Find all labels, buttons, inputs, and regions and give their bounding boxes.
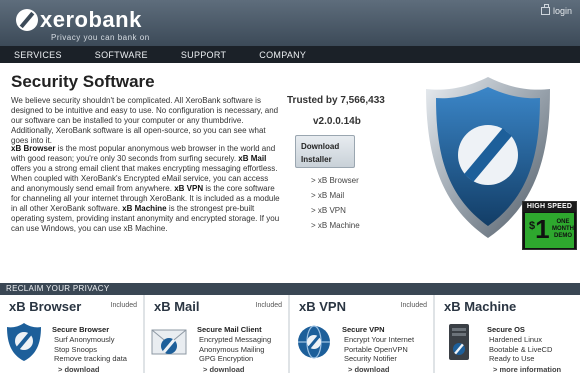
login-label: login: [552, 6, 572, 16]
browser-name: xB Browser: [11, 144, 56, 153]
included-badge: Included: [110, 302, 137, 309]
nav-item-software[interactable]: SOFTWARE: [95, 50, 148, 60]
card-title: xB Machine: [444, 299, 517, 314]
nav-item-support[interactable]: SUPPORT: [181, 50, 226, 60]
main-content: Security Software We believe security sh…: [0, 63, 580, 283]
card-feature: Ready to Use: [489, 354, 535, 363]
logo-text: xerobank: [40, 7, 142, 32]
card-download-link[interactable]: > download: [58, 365, 99, 373]
promo-currency: $: [529, 220, 536, 232]
version-label: v2.0.0.14b: [313, 116, 361, 127]
promo-badge[interactable]: HIGH SPEED $1 ONE MONTH DEMO: [522, 201, 577, 250]
included-badge: Included: [255, 302, 282, 309]
card-features: Encrypt Your Internet Portable OpenVPN S…: [344, 335, 414, 364]
card-feature: Bootable & LiveCD: [489, 344, 553, 354]
card-feature: GPG Encryption: [199, 354, 254, 363]
card-more-info-link[interactable]: > more information: [493, 365, 561, 373]
promo-top-label: HIGH SPEED: [523, 202, 576, 212]
mail-envelope-icon: [151, 329, 187, 355]
trusted-count: Trusted by 7,566,433: [287, 95, 385, 106]
card-features: Hardened Linux Bootable & LiveCD Ready t…: [489, 335, 552, 364]
card-feature: Encrypted Messaging: [199, 335, 272, 344]
card-download-link[interactable]: > download: [348, 365, 389, 373]
card-feature: Remove tracking data: [54, 354, 127, 363]
lock-icon: [540, 4, 550, 15]
product-link-mail[interactable]: > xB Mail: [311, 188, 360, 203]
download-installer-line1: Download: [301, 142, 340, 151]
download-installer-line2: Installer: [301, 155, 332, 164]
product-link-machine[interactable]: > xB Machine: [311, 218, 360, 233]
product-card-mail[interactable]: xB Mail Included Secure Mail Client Encr…: [145, 295, 290, 373]
card-subtitle: Secure VPN: [342, 325, 385, 334]
promo-body: $1 ONE MONTH DEMO: [525, 213, 574, 248]
card-title: xB Browser: [9, 299, 82, 314]
card-feature: Surf Anonymously: [54, 335, 115, 344]
product-card-machine[interactable]: xB Machine Secure OS Hardened Linux Boot…: [435, 295, 580, 373]
card-download-link[interactable]: > download: [203, 365, 244, 373]
browser-shield-icon: [7, 323, 41, 361]
site-header: xerobank Privacy you can bank on login: [0, 0, 580, 46]
card-features: Encrypted Messaging Anonymous Mailing GP…: [199, 335, 271, 364]
card-subtitle: Secure Mail Client: [197, 325, 262, 334]
products-paragraph: xB Browser is the most popular anonymous…: [11, 144, 283, 234]
card-title: xB VPN: [299, 299, 346, 314]
product-links: > xB Browser > xB Mail > xB VPN > xB Mac…: [311, 173, 360, 233]
promo-price: $1: [529, 214, 550, 250]
machine-name: xB Machine: [122, 204, 167, 213]
promo-amount: 1: [535, 214, 550, 244]
product-card-browser[interactable]: xB Browser Included Secure Browser Surf …: [0, 295, 145, 373]
logo[interactable]: xerobank: [16, 9, 142, 31]
download-installer-button[interactable]: Download Installer: [295, 135, 355, 168]
card-feature: Hardened Linux: [489, 335, 542, 344]
vpn-name: xB VPN: [174, 184, 204, 193]
product-card-vpn[interactable]: xB VPN Included Secure VPN Encrypt Your …: [290, 295, 435, 373]
product-link-browser[interactable]: > xB Browser: [311, 173, 360, 188]
promo-side-line2: MONTH: [552, 226, 574, 232]
tagline: Privacy you can bank on: [51, 33, 150, 42]
logo-mark-icon: [16, 9, 38, 31]
nav-item-services[interactable]: SERVICES: [14, 50, 62, 60]
promo-side-text: ONE MONTH DEMO: [552, 219, 574, 240]
card-features: Surf Anonymously Stop Snoops Remove trac…: [54, 335, 127, 364]
page-title: Security Software: [11, 72, 155, 91]
nav-item-company[interactable]: COMPANY: [259, 50, 306, 60]
login-link[interactable]: login: [540, 4, 572, 16]
card-feature: Stop Snoops: [54, 344, 97, 354]
reclaim-band: RECLAIM YOUR PRIVACY: [0, 283, 580, 295]
included-badge: Included: [400, 302, 427, 309]
reclaim-label: RECLAIM YOUR PRIVACY: [6, 284, 110, 293]
card-feature: Security Notifier: [344, 354, 397, 363]
promo-side-line3: DEMO: [554, 233, 572, 239]
card-feature: Anonymous Mailing: [199, 344, 265, 354]
card-subtitle: Secure Browser: [52, 325, 110, 334]
card-title: xB Mail: [154, 299, 200, 314]
vpn-globe-icon: [298, 325, 330, 359]
main-nav: SERVICES SOFTWARE SUPPORT COMPANY: [0, 46, 580, 63]
card-subtitle: Secure OS: [487, 325, 525, 334]
intro-paragraph: We believe security shouldn't be complic…: [11, 96, 279, 145]
mail-name: xB Mail: [238, 154, 267, 163]
card-feature: Encrypt Your Internet: [344, 335, 415, 344]
product-link-vpn[interactable]: > xB VPN: [311, 203, 360, 218]
computer-tower-icon: [449, 324, 469, 360]
product-cards: xB Browser Included Secure Browser Surf …: [0, 295, 580, 373]
card-feature: Portable OpenVPN: [344, 344, 408, 354]
promo-side-line1: ONE: [556, 219, 570, 225]
